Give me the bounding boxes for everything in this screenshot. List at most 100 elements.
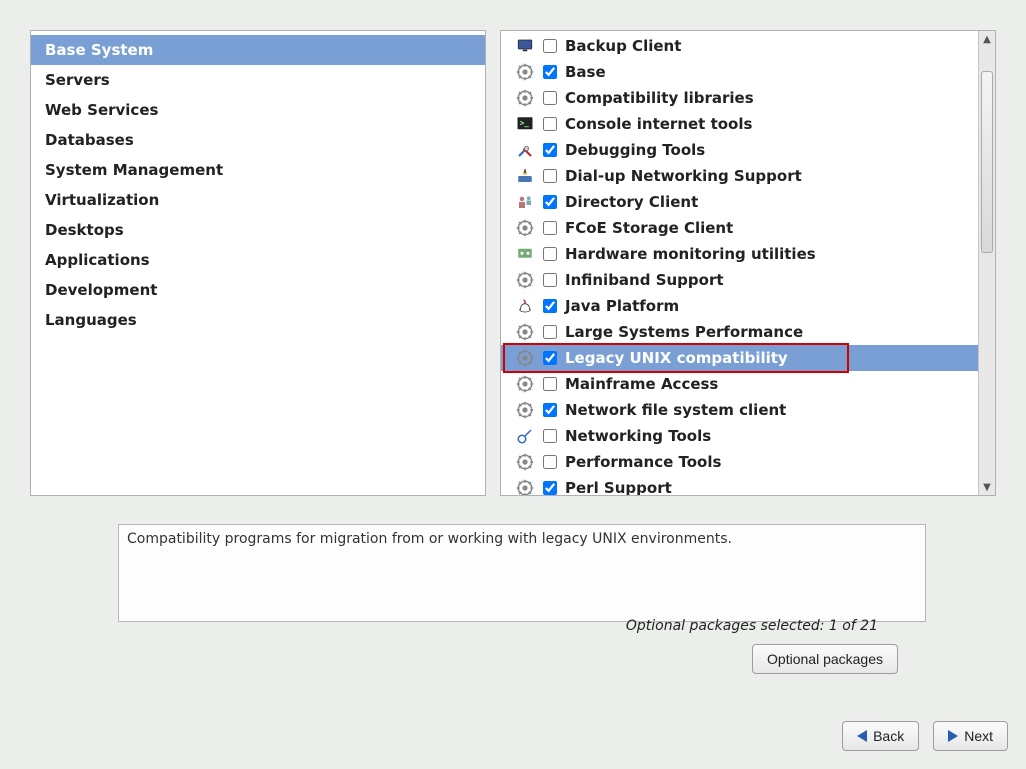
category-item[interactable]: Virtualization	[31, 185, 485, 215]
package-item[interactable]: Base	[501, 59, 978, 85]
package-label: Network file system client	[565, 399, 786, 421]
package-checkbox[interactable]	[543, 325, 557, 339]
next-button[interactable]: Next	[933, 721, 1008, 751]
gear-icon	[515, 270, 535, 290]
package-item[interactable]: Mainframe Access	[501, 371, 978, 397]
scrollbar[interactable]: ▲ ▼	[978, 31, 995, 495]
category-item[interactable]: Development	[31, 275, 485, 305]
package-checkbox[interactable]	[543, 169, 557, 183]
package-checkbox[interactable]	[543, 351, 557, 365]
package-item[interactable]: Large Systems Performance	[501, 319, 978, 345]
description-box: Compatibility programs for migration fro…	[118, 524, 926, 622]
package-label: Large Systems Performance	[565, 321, 803, 343]
package-label: Java Platform	[565, 295, 679, 317]
gear-icon	[515, 478, 535, 495]
category-item[interactable]: System Management	[31, 155, 485, 185]
package-label: Debugging Tools	[565, 139, 705, 161]
optional-packages-button[interactable]: Optional packages	[752, 644, 898, 674]
package-label: Base	[565, 61, 606, 83]
gear-icon	[515, 374, 535, 394]
package-label: Mainframe Access	[565, 373, 718, 395]
package-label: Backup Client	[565, 35, 681, 57]
package-checkbox[interactable]	[543, 455, 557, 469]
package-item[interactable]: Java Platform	[501, 293, 978, 319]
nav-buttons: Back Next	[842, 721, 1008, 751]
category-list[interactable]: Base SystemServersWeb ServicesDatabasesS…	[31, 31, 485, 335]
category-item[interactable]: Web Services	[31, 95, 485, 125]
category-item[interactable]: Servers	[31, 65, 485, 95]
package-checkbox[interactable]	[543, 195, 557, 209]
package-item[interactable]: Dial-up Networking Support	[501, 163, 978, 189]
package-item[interactable]: Debugging Tools	[501, 137, 978, 163]
package-list-scroll[interactable]: Backup Client Base Compatibility libraries…	[501, 31, 978, 495]
category-item[interactable]: Languages	[31, 305, 485, 335]
back-button[interactable]: Back	[842, 721, 919, 751]
package-item[interactable]: Legacy UNIX compatibility	[501, 345, 978, 371]
category-panel: Base SystemServersWeb ServicesDatabasesS…	[30, 30, 486, 496]
package-checkbox[interactable]	[543, 403, 557, 417]
optional-packages-label: Optional packages	[767, 651, 883, 667]
package-label: Networking Tools	[565, 425, 711, 447]
hw-icon	[515, 244, 535, 264]
gear-icon	[515, 400, 535, 420]
java-icon	[515, 296, 535, 316]
arrow-left-icon	[857, 730, 867, 742]
scroll-down-icon[interactable]: ▼	[979, 479, 995, 495]
scroll-up-icon[interactable]: ▲	[979, 31, 995, 47]
terminal-icon: >_	[515, 114, 535, 134]
package-checkbox[interactable]	[543, 91, 557, 105]
package-item[interactable]: Directory Client	[501, 189, 978, 215]
category-item[interactable]: Desktops	[31, 215, 485, 245]
package-label: Perl Support	[565, 477, 672, 495]
package-checkbox[interactable]	[543, 429, 557, 443]
package-checkbox[interactable]	[543, 273, 557, 287]
package-list: Backup Client Base Compatibility libraries…	[501, 31, 978, 495]
category-item[interactable]: Databases	[31, 125, 485, 155]
description-text: Compatibility programs for migration fro…	[127, 531, 732, 547]
modem-icon	[515, 166, 535, 186]
tools-icon	[515, 140, 535, 160]
package-checkbox[interactable]	[543, 299, 557, 313]
package-item[interactable]: Performance Tools	[501, 449, 978, 475]
package-panel: Backup Client Base Compatibility libraries…	[500, 30, 996, 496]
svg-text:>_: >_	[520, 119, 530, 128]
package-item[interactable]: Network file system client	[501, 397, 978, 423]
package-checkbox[interactable]	[543, 247, 557, 261]
package-label: Dial-up Networking Support	[565, 165, 802, 187]
package-label: Console internet tools	[565, 113, 752, 135]
display-icon	[515, 36, 535, 56]
package-checkbox[interactable]	[543, 143, 557, 157]
package-checkbox[interactable]	[543, 65, 557, 79]
package-item[interactable]: Networking Tools	[501, 423, 978, 449]
package-item[interactable]: >_ Console internet tools	[501, 111, 978, 137]
package-label: Compatibility libraries	[565, 87, 754, 109]
back-label: Back	[873, 728, 904, 744]
next-label: Next	[964, 728, 993, 744]
package-label: Directory Client	[565, 191, 698, 213]
gear-icon	[515, 348, 535, 368]
package-checkbox[interactable]	[543, 39, 557, 53]
package-item[interactable]: FCoE Storage Client	[501, 215, 978, 241]
arrow-right-icon	[948, 730, 958, 742]
package-label: Legacy UNIX compatibility	[565, 347, 788, 369]
gear-icon	[515, 88, 535, 108]
package-label: Infiniband Support	[565, 269, 724, 291]
directory-icon	[515, 192, 535, 212]
package-item[interactable]: Compatibility libraries	[501, 85, 978, 111]
package-item[interactable]: Infiniband Support	[501, 267, 978, 293]
package-item[interactable]: Hardware monitoring utilities	[501, 241, 978, 267]
package-label: Performance Tools	[565, 451, 721, 473]
category-item[interactable]: Applications	[31, 245, 485, 275]
gear-icon	[515, 322, 535, 342]
package-checkbox[interactable]	[543, 221, 557, 235]
package-item[interactable]: Backup Client	[501, 33, 978, 59]
package-checkbox[interactable]	[543, 377, 557, 391]
package-checkbox[interactable]	[543, 117, 557, 131]
category-item[interactable]: Base System	[31, 35, 485, 65]
panels-container: Base SystemServersWeb ServicesDatabasesS…	[30, 30, 996, 496]
gear-icon	[515, 218, 535, 238]
scroll-thumb[interactable]	[981, 71, 993, 253]
package-item[interactable]: Perl Support	[501, 475, 978, 495]
gear-icon	[515, 452, 535, 472]
package-checkbox[interactable]	[543, 481, 557, 495]
